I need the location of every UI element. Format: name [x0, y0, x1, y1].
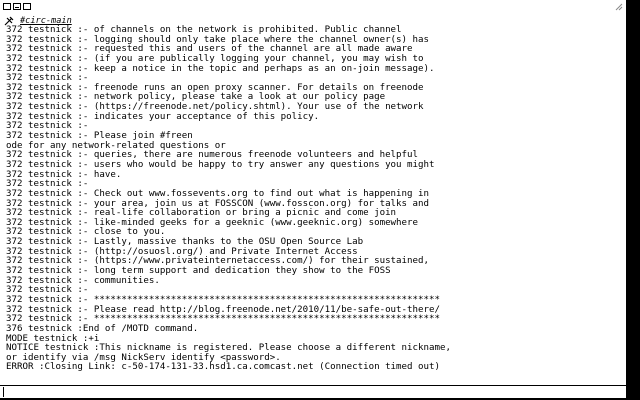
log-line: 372 testnick :- indicates your acceptanc…	[6, 111, 320, 122]
message-log: 372 testnick :- of channels on the netwo…	[6, 25, 622, 373]
log-line: 372 testnick :- keep a notice in the top…	[6, 63, 435, 74]
title-bar	[0, 0, 626, 14]
window-controls	[3, 3, 31, 10]
maximize-button[interactable]	[23, 3, 31, 10]
input-bar	[0, 385, 626, 398]
close-button[interactable]	[3, 3, 11, 10]
log-line: 372 testnick :- communities.	[6, 275, 160, 286]
minimize-button[interactable]	[13, 3, 21, 10]
text-cursor	[3, 387, 4, 397]
irc-client-window: #circ-main 372 testnick :- of channels o…	[0, 0, 626, 400]
window-edge-right	[626, 0, 640, 400]
message-input[interactable]	[2, 386, 602, 397]
resize-icon[interactable]	[615, 3, 623, 11]
log-line: 372 testnick :- have.	[6, 169, 122, 180]
log-line: ERROR :Closing Link: c-50-174-131-33.hsd…	[6, 362, 441, 373]
